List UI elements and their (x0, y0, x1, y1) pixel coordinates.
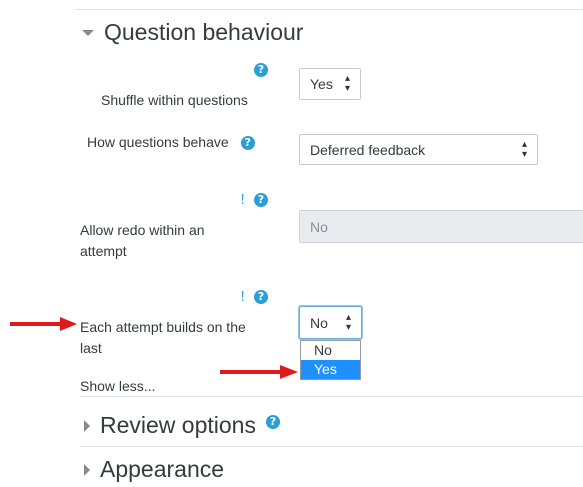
how-behave-select-value: Deferred feedback (310, 141, 426, 158)
red-arrow-annotation (220, 365, 298, 379)
how-behave-label-text: How questions behave (87, 134, 229, 150)
dropdown-option-yes[interactable]: Yes (301, 360, 360, 379)
shuffle-select[interactable]: Yes ▴ ▾ (299, 68, 361, 100)
section-review-options[interactable]: Review options ? (84, 412, 280, 439)
allow-redo-select-value: No (310, 218, 328, 235)
chevron-down-icon (82, 29, 94, 36)
allow-redo-label: Allow redo within an attempt (80, 222, 205, 259)
each-attempt-label: Each attempt builds on the last (80, 319, 246, 356)
shuffle-label: Shuffle within questions (101, 92, 248, 108)
each-attempt-select-value: No (310, 314, 328, 331)
divider-appearance (80, 446, 583, 447)
help-icon[interactable]: ? (240, 135, 255, 150)
help-icon[interactable]: ? (254, 63, 268, 77)
help-icon[interactable]: ? (265, 414, 280, 429)
exclamation-icon: ! (240, 290, 246, 305)
allow-redo-select: No (299, 210, 583, 243)
how-behave-select[interactable]: Deferred feedback ▴ ▾ (299, 134, 538, 165)
how-behave-label: How questions behave ? (87, 132, 255, 153)
each-attempt-select[interactable]: No ▴ ▾ (299, 306, 362, 339)
dropdown-option-no[interactable]: No (301, 341, 360, 360)
sort-arrows-icon: ▴ ▾ (344, 73, 350, 94)
shuffle-select-value: Yes (310, 76, 333, 92)
section-title-review-options: Review options (100, 412, 256, 438)
each-attempt-dropdown: No Yes (300, 340, 361, 380)
section-question-behaviour[interactable]: Question behaviour (82, 19, 303, 46)
section-title-question-behaviour: Question behaviour (104, 19, 304, 45)
chevron-right-icon (84, 463, 90, 476)
chevron-right-icon (84, 419, 90, 432)
section-title-appearance: Appearance (100, 456, 225, 482)
red-arrow-annotation (10, 317, 77, 331)
help-icon[interactable]: ? (254, 193, 268, 207)
divider-review (80, 396, 583, 397)
sort-arrows-icon: ▴ ▾ (345, 311, 351, 333)
top-divider (75, 9, 583, 10)
exclamation-icon: ! (240, 193, 246, 208)
sort-arrows-icon: ▴ ▾ (521, 138, 527, 160)
section-appearance[interactable]: Appearance (84, 456, 224, 483)
help-icon[interactable]: ? (254, 290, 268, 304)
show-less-link[interactable]: Show less... (80, 378, 155, 394)
